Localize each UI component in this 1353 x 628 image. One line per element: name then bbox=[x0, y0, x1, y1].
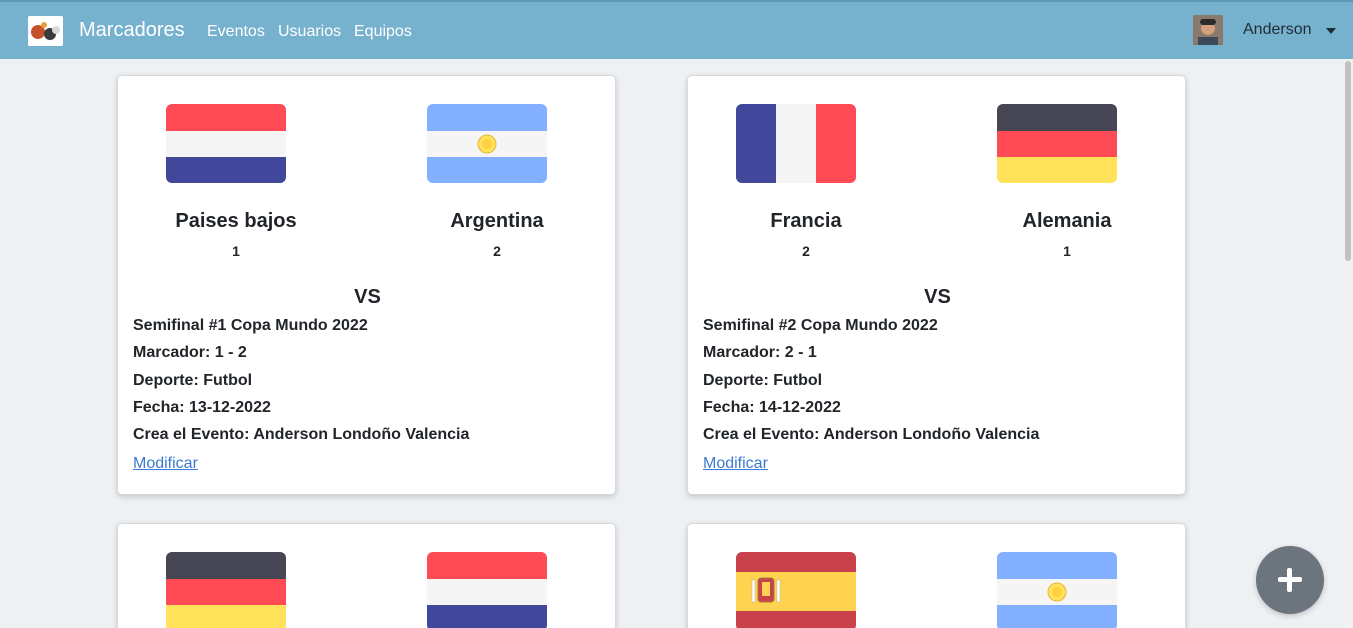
netherlands-flag-icon bbox=[166, 104, 286, 183]
away-team-score: 2 bbox=[493, 243, 501, 259]
netherlands-flag-icon bbox=[427, 552, 547, 628]
home-team-score: 2 bbox=[802, 243, 810, 259]
away-team-name: Alemania bbox=[1022, 210, 1112, 232]
add-icon[interactable] bbox=[1256, 546, 1324, 614]
event-card: Paises bajos 1 Argentina 2 VS Semifinal … bbox=[117, 75, 616, 495]
home-team-name: Francia bbox=[770, 210, 842, 232]
argentina-flag-icon bbox=[997, 552, 1117, 628]
france-flag-icon bbox=[736, 104, 856, 183]
event-date: Fecha: 13-12-2022 bbox=[133, 399, 271, 416]
event-date: Fecha: 14-12-2022 bbox=[703, 399, 841, 416]
germany-flag-icon bbox=[166, 552, 286, 628]
home-team-score: 1 bbox=[232, 243, 240, 259]
event-score: Marcador: 1 - 2 bbox=[133, 344, 247, 361]
modify-link[interactable]: Modificar bbox=[703, 455, 768, 473]
nav-equipos[interactable]: Equipos bbox=[354, 23, 412, 41]
event-title: Semifinal #1 Copa Mundo 2022 bbox=[133, 317, 368, 334]
nav-eventos[interactable]: Eventos bbox=[207, 23, 265, 41]
argentina-flag-icon bbox=[427, 104, 547, 183]
home-team-name: Paises bajos bbox=[175, 210, 297, 232]
germany-flag-icon bbox=[997, 104, 1117, 183]
vs-label: VS bbox=[924, 286, 951, 308]
brand-title[interactable]: Marcadores bbox=[79, 19, 185, 42]
event-card bbox=[687, 523, 1186, 628]
event-sport: Deporte: Futbol bbox=[703, 372, 823, 389]
event-card: Francia 2 Alemania 1 VS Semifinal #2 Cop… bbox=[687, 75, 1186, 495]
vs-label: VS bbox=[354, 286, 381, 308]
spain-flag-icon bbox=[736, 552, 856, 628]
page-scrollbar[interactable] bbox=[1343, 59, 1353, 628]
logo-icon[interactable] bbox=[28, 16, 63, 46]
modify-link[interactable]: Modificar bbox=[133, 455, 198, 473]
navbar: Marcadores Eventos Usuarios Equipos Ande… bbox=[0, 0, 1353, 59]
nav-usuarios[interactable]: Usuarios bbox=[278, 23, 341, 41]
event-card bbox=[117, 523, 616, 628]
event-title: Semifinal #2 Copa Mundo 2022 bbox=[703, 317, 938, 334]
away-team-name: Argentina bbox=[450, 210, 544, 232]
caret-down-icon[interactable] bbox=[1326, 28, 1336, 34]
scroll-thumb[interactable] bbox=[1345, 61, 1351, 261]
event-score: Marcador: 2 - 1 bbox=[703, 344, 817, 361]
avatar-icon[interactable] bbox=[1193, 15, 1223, 45]
user-menu[interactable]: Anderson bbox=[1243, 21, 1312, 39]
event-creator: Crea el Evento: Anderson Londoño Valenci… bbox=[133, 426, 470, 443]
event-sport: Deporte: Futbol bbox=[133, 372, 253, 389]
event-creator: Crea el Evento: Anderson Londoño Valenci… bbox=[703, 426, 1040, 443]
away-team-score: 1 bbox=[1063, 243, 1071, 259]
